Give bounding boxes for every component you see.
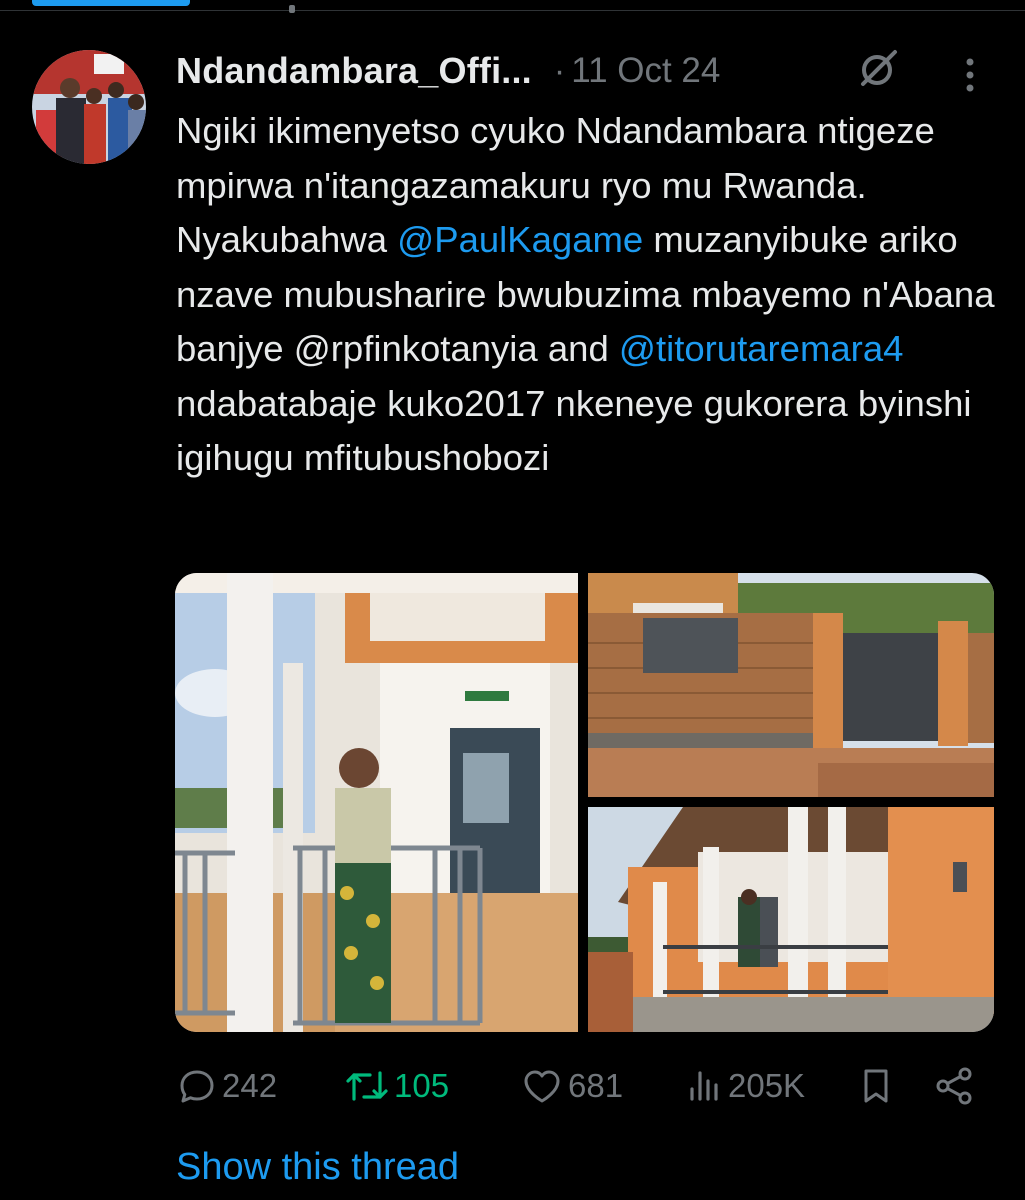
post-actions: 242 105 681 205K (176, 1058, 976, 1114)
bookmark-icon (864, 1069, 888, 1103)
avatar[interactable] (32, 50, 146, 164)
repost-count: 105 (394, 1067, 450, 1104)
post-timestamp[interactable]: 11 Oct 24 (571, 51, 720, 91)
photo-brick-wall-gate[interactable] (588, 573, 994, 797)
reply-count: 242 (222, 1067, 278, 1104)
share-button[interactable] (932, 1058, 976, 1114)
reply-button[interactable]: 242 (176, 1058, 277, 1114)
like-icon (524, 1070, 560, 1103)
top-dot (289, 5, 295, 13)
post-text: Ngiki ikimenyetso cyuko Ndandambara ntig… (176, 104, 1006, 486)
mention-link-2[interactable]: @titorutaremara4 (619, 328, 904, 369)
grok-icon[interactable] (855, 46, 901, 92)
header-separator: · (553, 51, 566, 90)
views-button[interactable]: 205K (684, 1058, 805, 1114)
share-icon (936, 1067, 972, 1105)
like-button[interactable]: 681 (520, 1058, 623, 1114)
post-header: Ndandambara_Offi... · 11 Oct 24 (176, 48, 720, 94)
post-text-part-3: ndabatabaje kuko2017 nkeneye gukorera by… (176, 382, 972, 479)
views-icon (690, 1071, 718, 1101)
show-thread-link[interactable]: Show this thread (176, 1146, 459, 1189)
repost-icon (346, 1071, 388, 1101)
photo-house-porch[interactable] (588, 807, 994, 1032)
active-tab-indicator (32, 0, 190, 6)
like-count: 681 (568, 1067, 624, 1104)
more-options-icon[interactable] (956, 54, 984, 96)
mention-link-1[interactable]: @PaulKagame (397, 219, 643, 260)
bookmark-button[interactable] (858, 1058, 894, 1114)
photo-porch-woman[interactable] (175, 573, 578, 1032)
media-grid (175, 573, 994, 1032)
repost-button[interactable]: 105 (344, 1058, 449, 1114)
reply-icon (180, 1070, 214, 1103)
views-count: 205K (728, 1067, 806, 1104)
author-name[interactable]: Ndandambara_Offi... (176, 50, 532, 92)
